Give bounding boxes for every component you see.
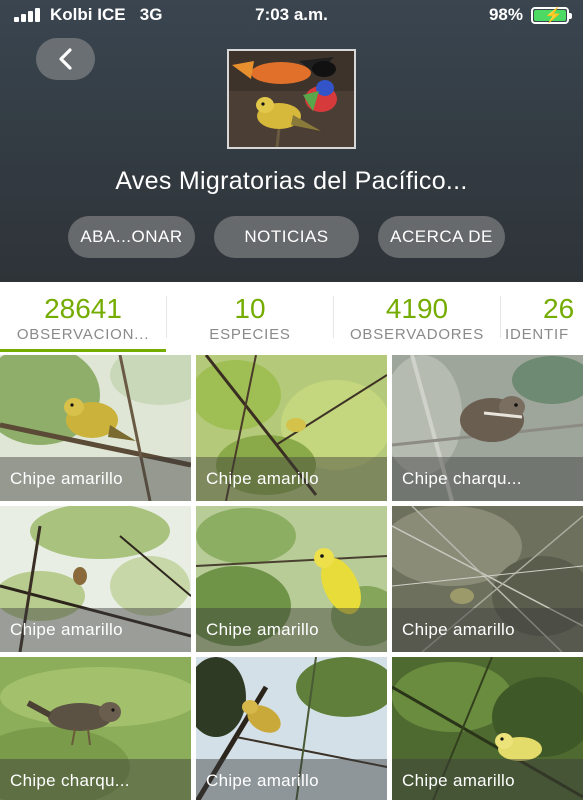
identifiers-label: IDENTIF: [505, 326, 569, 343]
observations-count: 28641: [44, 293, 122, 324]
observation-caption: Chipe amarillo: [0, 608, 191, 652]
observation-caption: Chipe amarillo: [196, 759, 387, 800]
observation-tile[interactable]: Chipe amarillo: [196, 355, 387, 501]
identifiers-count: 26: [543, 293, 575, 324]
observation-caption: Chipe amarillo: [392, 608, 583, 652]
observation-caption: Chipe amarillo: [392, 759, 583, 800]
observation-caption: Chipe amarillo: [0, 457, 191, 501]
observation-caption: Chipe amarillo: [196, 457, 387, 501]
observation-tile[interactable]: Chipe amarillo: [392, 506, 583, 652]
observation-tile[interactable]: Chipe amarillo: [0, 506, 191, 652]
tab-observations[interactable]: 28641 OBSERVACION...: [0, 282, 166, 352]
leave-project-button[interactable]: ABA...ONAR: [68, 216, 195, 258]
species-count: 10: [234, 293, 266, 324]
chevron-left-icon: [58, 48, 72, 70]
observations-label: OBSERVACION...: [16, 326, 150, 343]
species-label: ESPECIES: [209, 326, 291, 343]
battery-percent: 98%: [488, 5, 523, 24]
observation-tile[interactable]: Chipe amarillo: [392, 657, 583, 800]
observation-tile[interactable]: Chipe amarillo: [196, 657, 387, 800]
observation-caption: Chipe charqu...: [392, 457, 583, 501]
observation-tile[interactable]: Chipe amarillo: [0, 355, 191, 501]
observation-caption: Chipe charqu...: [0, 759, 191, 800]
active-tab-indicator: [0, 349, 166, 352]
tab-identifiers[interactable]: 26 IDENTIF: [501, 282, 583, 352]
project-header: Kolbi ICE 3G 7:03 a.m. 98% ⚡ Aves Migrat…: [0, 0, 583, 282]
tab-observers[interactable]: 4190 OBSERVADORES: [334, 282, 500, 352]
observation-tile[interactable]: Chipe charqu...: [0, 657, 191, 800]
stats-tabs: 28641 OBSERVACION... 10 ESPECIES 4190 OB…: [0, 282, 583, 352]
back-button[interactable]: [36, 38, 95, 80]
observation-caption: Chipe amarillo: [196, 608, 387, 652]
project-icon: [227, 49, 356, 149]
project-title: Aves Migratorias del Pacífico...: [115, 167, 468, 195]
observers-count: 4190: [385, 293, 449, 324]
battery-charging-icon: ⚡: [531, 7, 572, 24]
observers-label: OBSERVADORES: [349, 326, 485, 343]
observation-tile[interactable]: Chipe charqu...: [392, 355, 583, 501]
status-bar: Kolbi ICE 3G 7:03 a.m. 98% ⚡: [0, 0, 583, 30]
observation-tile[interactable]: Chipe amarillo: [196, 506, 387, 652]
news-button[interactable]: NOTICIAS: [214, 216, 359, 258]
about-button[interactable]: ACERCA DE: [378, 216, 505, 258]
tab-species[interactable]: 10 ESPECIES: [167, 282, 333, 352]
observation-grid: Chipe amarillo Chipe amarillo Chipe char…: [0, 355, 583, 800]
